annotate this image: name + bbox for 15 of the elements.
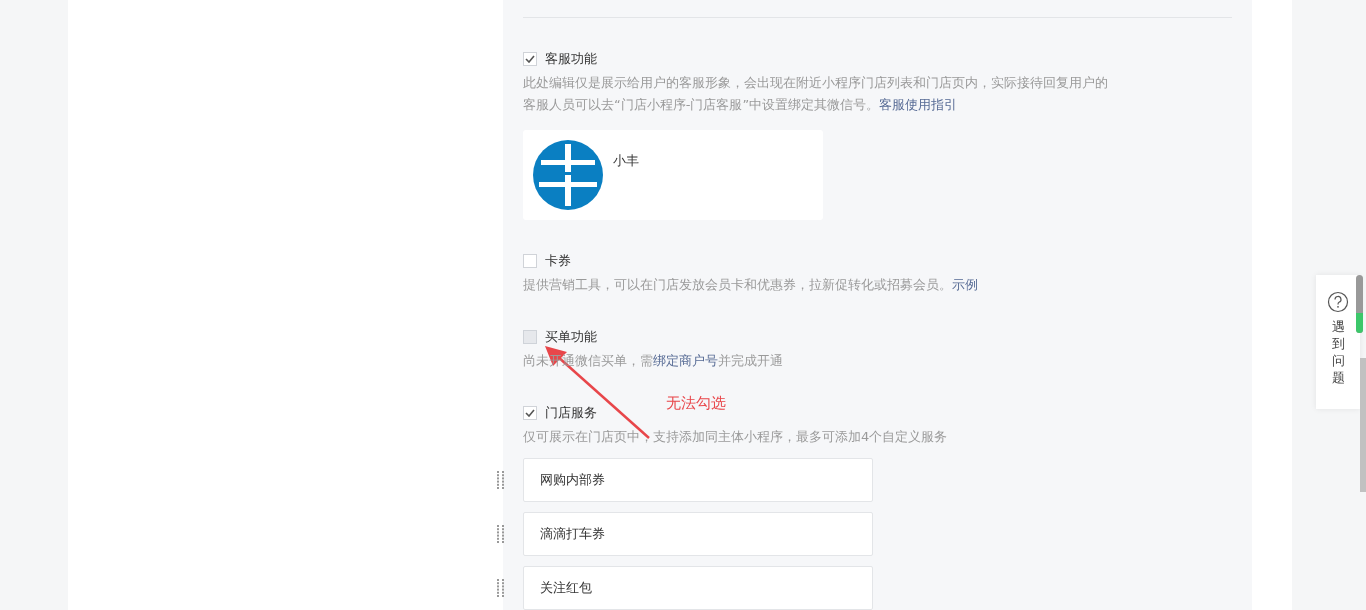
- agent-name: 小丰: [613, 152, 639, 170]
- description: 仅可展示在门店页中，支持添加同主体小程序，最多可添加4个自定义服务: [523, 428, 949, 446]
- service-item[interactable]: 关注红包: [523, 566, 873, 610]
- link[interactable]: 示例: [952, 277, 978, 292]
- service-item[interactable]: 滴滴打车券: [523, 512, 873, 556]
- link[interactable]: 客服使用指引: [879, 97, 958, 112]
- option-label: 买单功能: [545, 328, 597, 346]
- option-label: 卡券: [545, 252, 571, 270]
- description: 提供营销工具，可以在门店发放会员卡和优惠券，拉新促转化或招募会员。示例: [523, 276, 979, 294]
- option-label: 门店服务: [545, 404, 597, 422]
- option-label: 客服功能: [545, 50, 597, 68]
- description: 此处编辑仅是展示给用户的客服形象，会出现在附近小程序门店列表和门店页内，实际接待回复用户的客服人员可以去“门店小程序-门店客服”中设置绑定其微信号。客服使用指引: [523, 74, 1109, 114]
- annotation-text: 无法勾选: [666, 394, 726, 413]
- service-item[interactable]: 网购内部券: [523, 458, 873, 502]
- help-button[interactable]: 遇到问题: [1316, 275, 1360, 409]
